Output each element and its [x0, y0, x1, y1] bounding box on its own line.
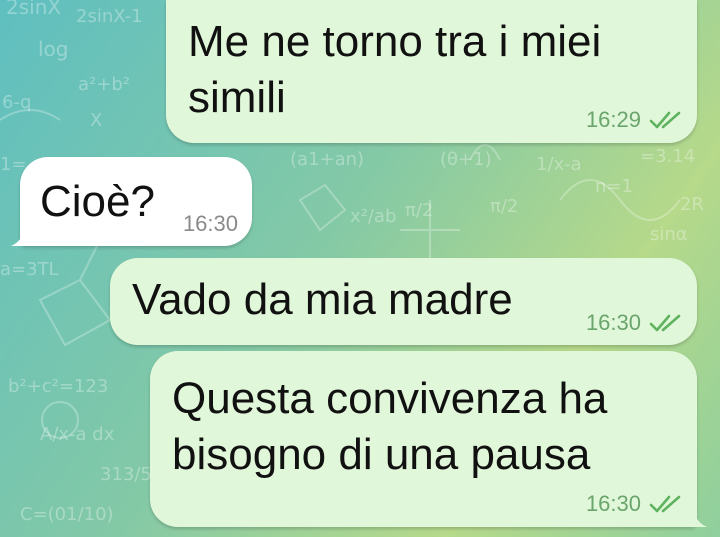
wallpaper-formula: X	[90, 110, 102, 131]
wallpaper-formula: 2R	[680, 194, 704, 215]
bubble-tail	[11, 222, 37, 246]
message-text: Vado da mia madre	[132, 275, 513, 324]
message-bubble-outgoing[interactable]: Vado da mia madre 16:30	[110, 258, 697, 345]
message-time: 16:30	[585, 491, 641, 516]
message-bubble-outgoing[interactable]: Me ne torno tra i miei simili 16:29	[166, 0, 697, 143]
message-time: 16:29	[585, 107, 641, 132]
message-meta: 16:30	[586, 310, 683, 336]
message-bubble-outgoing[interactable]: Questa convivenza ha bisogno di una paus…	[150, 351, 707, 527]
bubble-tail	[681, 503, 707, 527]
message-bubble-incoming[interactable]: Cioè? 16:30	[11, 157, 252, 246]
wallpaper-formula: =3.14	[640, 146, 695, 167]
message-text: Me ne torno tra i miei simili	[188, 17, 602, 122]
message-text: Questa convivenza ha bisogno di una paus…	[172, 374, 608, 479]
wallpaper-formula: π/2	[490, 196, 518, 217]
double-check-icon	[649, 495, 681, 513]
wallpaper-formula: sinα	[650, 224, 688, 245]
wallpaper-formula: log	[38, 37, 69, 61]
double-check-icon	[649, 111, 681, 129]
wallpaper-formula: a=3TL	[0, 259, 59, 280]
message-meta: 16:30	[183, 211, 238, 237]
wallpaper-formula: (a1+an)	[290, 149, 364, 170]
wallpaper-formula: 2sinX-1	[76, 6, 143, 27]
wallpaper-formula: b²+c²=123	[8, 376, 108, 397]
wallpaper-formula: 1/x-a	[536, 154, 582, 175]
double-check-icon	[649, 314, 681, 332]
wallpaper-formula: 6-q	[2, 92, 31, 113]
message-meta: 16:29	[586, 107, 683, 133]
wallpaper-formula: (θ+1)	[440, 149, 492, 170]
wallpaper-formula: C=(01/10)	[20, 504, 114, 525]
message-text: Cioè?	[40, 177, 155, 226]
message-time: 16:30	[182, 211, 238, 236]
wallpaper-formula: x²/ab	[350, 206, 396, 227]
message-meta: 16:30	[586, 491, 683, 517]
wallpaper-formula: 2sinX	[6, 0, 61, 19]
message-time: 16:30	[585, 310, 641, 335]
wallpaper-formula: π/2	[405, 200, 433, 221]
wallpaper-formula: n=1	[595, 176, 633, 197]
wallpaper-formula: a²+b²	[78, 74, 130, 95]
wallpaper-formula: A/x-a dx	[40, 424, 115, 445]
